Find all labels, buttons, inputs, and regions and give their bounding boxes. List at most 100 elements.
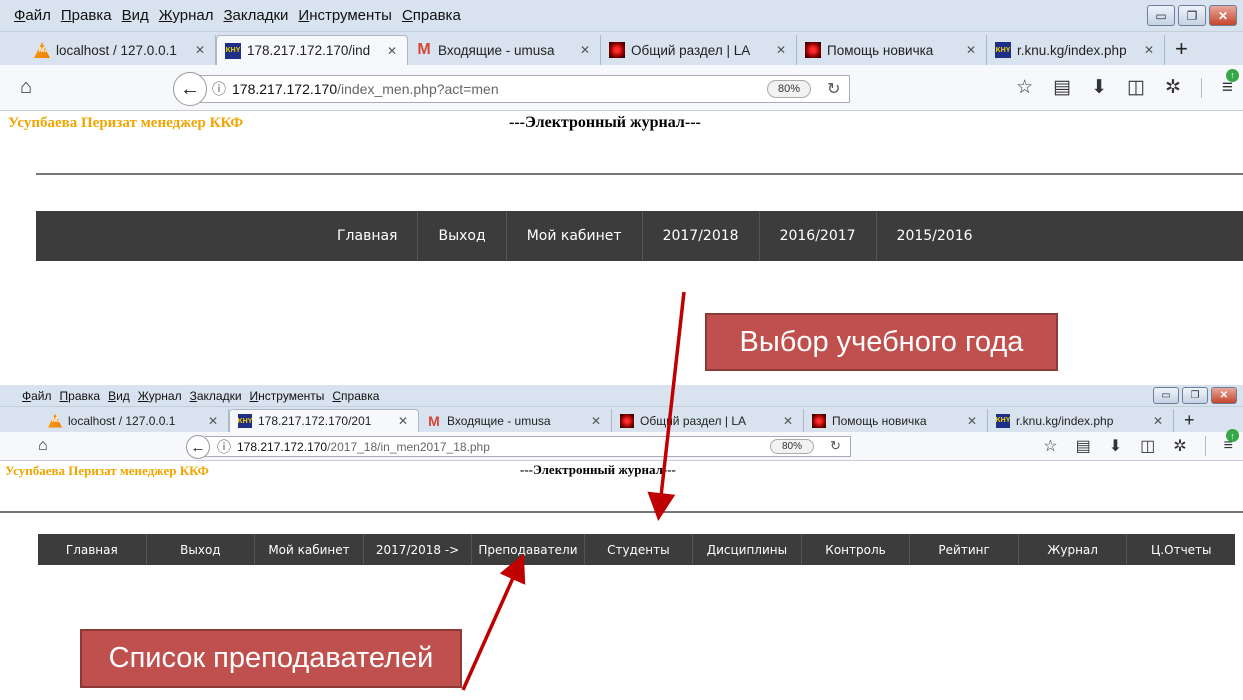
back-button[interactable]: ← xyxy=(173,72,207,106)
gmail-icon: M xyxy=(428,412,440,429)
close-tab-icon[interactable]: ✕ xyxy=(580,43,590,57)
forum-icon xyxy=(812,413,826,428)
close-tab-icon[interactable]: ✕ xyxy=(776,43,786,57)
download-icon[interactable]: ⬇ xyxy=(1091,76,1107,99)
close-tab-icon[interactable]: ✕ xyxy=(195,43,205,57)
maximize-button[interactable]: ❐ xyxy=(1178,5,1206,26)
nav-teachers[interactable]: Преподаватели xyxy=(472,534,585,565)
close-tab-icon[interactable]: ✕ xyxy=(967,414,977,428)
tab-title: localhost / 127.0.0.1 xyxy=(56,42,177,58)
update-badge-icon: ↑ xyxy=(1226,68,1239,82)
menu-help[interactable]: Справка xyxy=(402,7,461,24)
menu-file[interactable]: Файл xyxy=(22,389,52,403)
close-button[interactable]: ✕ xyxy=(1209,5,1237,26)
reading-list-icon[interactable]: ▤ xyxy=(1053,76,1071,99)
minimize-button[interactable]: ▭ xyxy=(1153,387,1179,404)
reload-icon[interactable]: ↻ xyxy=(830,438,841,454)
close-tab-icon[interactable]: ✕ xyxy=(591,414,601,428)
maximize-button[interactable]: ❐ xyxy=(1182,387,1208,404)
nav-year-2016-2017[interactable]: 2016/2017 xyxy=(760,211,877,261)
menu-history[interactable]: Журнал xyxy=(159,7,214,24)
close-tab-icon[interactable]: ✕ xyxy=(783,414,793,428)
owner-name: Усупбаева Перизат менеджер ККФ xyxy=(8,115,244,131)
menu-bookmarks[interactable]: Закладки xyxy=(223,7,288,24)
menu-help[interactable]: Справка xyxy=(332,389,379,403)
reading-list-icon[interactable]: ▤ xyxy=(1076,436,1091,456)
menu-history[interactable]: Журнал xyxy=(138,389,182,403)
tab-forum[interactable]: Общий раздел | LA ✕ xyxy=(612,409,804,432)
knu-icon: KHY xyxy=(996,413,1010,428)
tab-knu[interactable]: KHY r.knu.kg/index.php ✕ xyxy=(987,35,1165,65)
close-tab-icon[interactable]: ✕ xyxy=(387,44,397,58)
nav-cabinet[interactable]: Мой кабинет xyxy=(507,211,643,261)
close-tab-icon[interactable]: ✕ xyxy=(1144,43,1154,57)
tab-journal[interactable]: KHY 178.217.172.170/ind ✕ xyxy=(216,35,408,65)
home-icon[interactable]: ⌂ xyxy=(38,437,48,455)
reload-icon[interactable]: ↻ xyxy=(827,79,840,99)
sidebar-icon[interactable]: ◫ xyxy=(1140,436,1155,456)
forum-icon xyxy=(620,413,634,428)
nav-year-2015-2016[interactable]: 2015/2016 xyxy=(877,211,993,261)
hamburger-menu-icon[interactable]: ≡ ↑ xyxy=(1224,429,1239,455)
toolbar-icons: ☆ ▤ ⬇ ◫ ✲ ≡ ↑ xyxy=(1016,68,1239,99)
zoom-indicator[interactable]: 80% xyxy=(770,439,814,454)
tab-knu[interactable]: KHY r.knu.kg/index.php ✕ xyxy=(988,409,1174,432)
info-icon[interactable]: ⓘ xyxy=(212,79,226,99)
menu-view[interactable]: Вид xyxy=(108,389,130,403)
minimize-button[interactable]: ▭ xyxy=(1147,5,1175,26)
home-icon[interactable]: ⌂ xyxy=(20,76,32,99)
tab-gmail[interactable]: M Входящие - umusa ✕ xyxy=(408,35,601,65)
menu-tools[interactable]: Инструменты xyxy=(298,7,392,24)
menu-bookmarks[interactable]: Закладки xyxy=(190,389,242,403)
tab-localhost[interactable]: PMA localhost / 127.0.0.1 ✕ xyxy=(26,35,216,65)
browser-window-1: Файл Правка Вид Журнал Закладки Инструме… xyxy=(0,0,1243,262)
menu-edit[interactable]: Правка xyxy=(60,389,101,403)
tab-help[interactable]: Помощь новичка ✕ xyxy=(797,35,987,65)
url-bar[interactable]: ⓘ 178.217.172.170/index_men.php?act=men … xyxy=(200,75,850,103)
close-tab-icon[interactable]: ✕ xyxy=(398,414,408,428)
zoom-indicator[interactable]: 80% xyxy=(767,80,811,98)
url-bar[interactable]: ⓘ 178.217.172.170/2017_18/in_men2017_18.… xyxy=(205,436,851,457)
hamburger-menu-icon[interactable]: ≡ ↑ xyxy=(1222,68,1239,99)
tab-forum[interactable]: Общий раздел | LA ✕ xyxy=(601,35,797,65)
close-tab-icon[interactable]: ✕ xyxy=(1153,414,1163,428)
close-tab-icon[interactable]: ✕ xyxy=(966,43,976,57)
arrow-teachers xyxy=(461,553,526,691)
download-icon[interactable]: ⬇ xyxy=(1109,436,1122,456)
nav-journal[interactable]: Журнал xyxy=(1019,534,1128,565)
info-icon[interactable]: ⓘ xyxy=(217,437,231,457)
tab-help[interactable]: Помощь новичка ✕ xyxy=(804,409,988,432)
nav-control[interactable]: Контроль xyxy=(802,534,911,565)
tab-journal[interactable]: KHY 178.217.172.170/201 ✕ xyxy=(229,409,419,432)
page-title: ---Электронный журнал--- xyxy=(509,114,701,131)
nav-rating[interactable]: Рейтинг xyxy=(910,534,1019,565)
nav-year-2017-2018[interactable]: 2017/2018 -> xyxy=(364,534,473,565)
nav-students[interactable]: Студенты xyxy=(585,534,694,565)
nav-home[interactable]: Главная xyxy=(38,534,147,565)
nav-disciplines[interactable]: Дисциплины xyxy=(693,534,802,565)
close-button[interactable]: ✕ xyxy=(1211,387,1237,404)
bookmark-star-icon[interactable]: ☆ xyxy=(1043,436,1057,456)
tab-title: 178.217.172.170/201 xyxy=(258,414,372,428)
nav-logout[interactable]: Выход xyxy=(147,534,256,565)
tab-gmail[interactable]: M Входящие - umusa ✕ xyxy=(419,409,612,432)
new-tab-button[interactable]: + xyxy=(1175,35,1188,65)
menu-edit[interactable]: Правка xyxy=(61,7,112,24)
extension-icon[interactable]: ✲ xyxy=(1173,436,1186,456)
menu-file[interactable]: Файл xyxy=(14,7,51,24)
back-button[interactable]: ← xyxy=(186,435,210,459)
nav-reports[interactable]: Ц.Отчеты xyxy=(1127,534,1235,565)
close-tab-icon[interactable]: ✕ xyxy=(208,414,218,428)
nav-home[interactable]: Главная xyxy=(317,211,419,261)
menu-tools[interactable]: Инструменты xyxy=(250,389,325,403)
nav-cabinet[interactable]: Мой кабинет xyxy=(255,534,364,565)
tab-localhost[interactable]: PMA localhost / 127.0.0.1 ✕ xyxy=(40,409,229,432)
site-nav: Главная Выход Мой кабинет 2017/2018 -> П… xyxy=(38,534,1235,565)
new-tab-button[interactable]: + xyxy=(1184,409,1195,432)
extension-icon[interactable]: ✲ xyxy=(1165,76,1181,99)
bookmark-star-icon[interactable]: ☆ xyxy=(1016,76,1033,99)
sidebar-icon[interactable]: ◫ xyxy=(1127,76,1145,99)
nav-logout[interactable]: Выход xyxy=(418,211,507,261)
menu-view[interactable]: Вид xyxy=(122,7,149,24)
nav-year-2017-2018[interactable]: 2017/2018 xyxy=(643,211,760,261)
